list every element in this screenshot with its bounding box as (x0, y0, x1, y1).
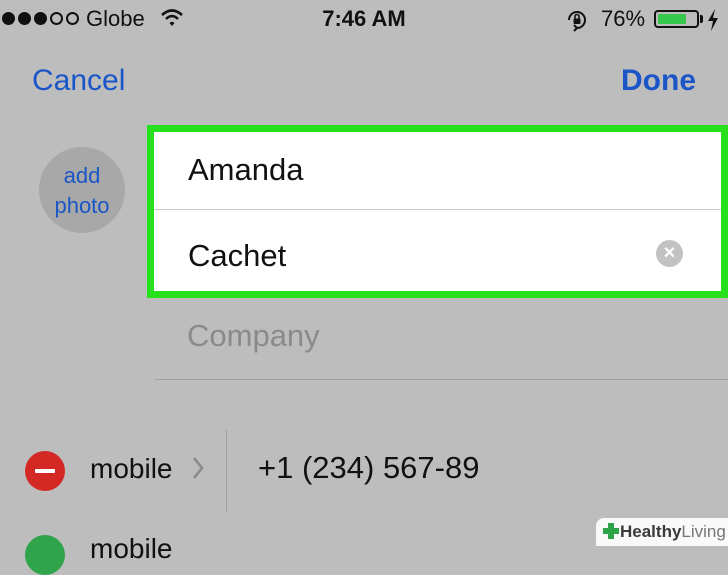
phone-label-selector[interactable]: mobile (90, 453, 172, 485)
add-phone-label[interactable]: mobile (90, 533, 172, 565)
chevron-right-icon[interactable] (191, 455, 205, 486)
field-divider (154, 209, 721, 210)
phone-divider (226, 430, 227, 512)
add-phone-button[interactable] (25, 535, 65, 575)
brand-watermark: HealthyLiving (596, 518, 728, 546)
add-photo-button[interactable]: add photo (39, 147, 125, 233)
done-button[interactable]: Done (621, 64, 696, 98)
remove-phone-button[interactable] (25, 451, 65, 491)
phone-number-field[interactable]: +1 (234) 567-89 (258, 450, 479, 486)
company-field[interactable]: Company (187, 318, 320, 354)
last-name-field[interactable]: Cachet (188, 238, 721, 274)
battery-percent: 76% (601, 6, 646, 31)
add-photo-label-line2: photo (54, 193, 110, 218)
watermark-text: HealthyLiving (620, 522, 726, 541)
status-bar: Globe 7:46 AM 76% (0, 0, 728, 40)
company-divider (155, 379, 728, 380)
name-fields-highlight: Amanda Cachet × (147, 125, 728, 298)
cancel-button[interactable]: Cancel (32, 64, 125, 98)
battery-icon (654, 10, 699, 28)
health-cross-icon (602, 522, 620, 545)
charging-bolt-icon (706, 8, 720, 37)
first-name-field[interactable]: Amanda (188, 152, 721, 188)
battery-nub (700, 15, 703, 23)
clear-text-icon[interactable]: × (656, 240, 683, 267)
add-photo-label-line1: add (63, 163, 101, 188)
rotation-lock-icon (565, 8, 589, 37)
